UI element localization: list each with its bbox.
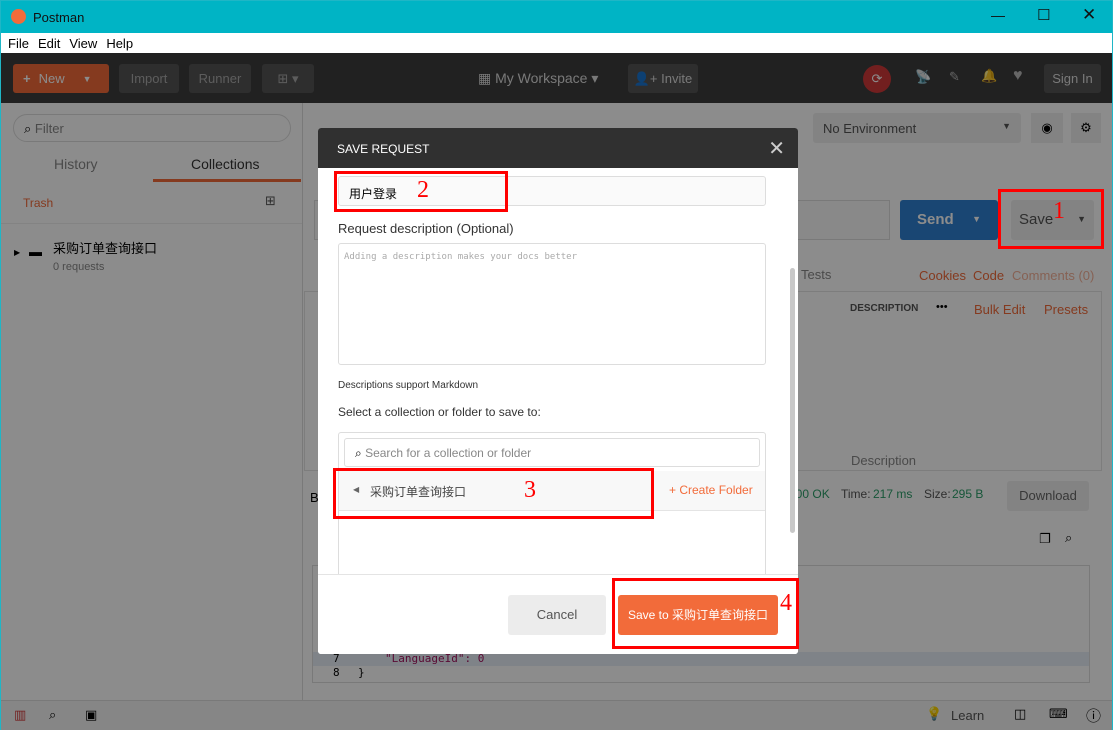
dialog-scrollbar[interactable]	[790, 268, 795, 533]
create-folder-link[interactable]: + Create Folder	[669, 483, 753, 497]
description-label: Request description (Optional)	[338, 221, 514, 236]
annotation-box-4	[612, 578, 799, 649]
cancel-button[interactable]: Cancel	[508, 595, 606, 635]
maximize-button[interactable]: ☐	[1037, 6, 1050, 24]
select-label: Select a collection or folder to save to…	[338, 405, 541, 419]
menu-file[interactable]: File	[8, 36, 29, 51]
close-icon[interactable]: ✕	[768, 136, 785, 161]
description-textarea[interactable]: Adding a description makes your docs bet…	[338, 243, 766, 365]
postman-logo-icon	[11, 9, 26, 24]
menu-view[interactable]: View	[69, 36, 97, 51]
annotation-box-1	[998, 189, 1104, 249]
menu-help[interactable]: Help	[106, 36, 133, 51]
annotation-number-4: 4	[780, 590, 792, 616]
menu-edit[interactable]: Edit	[38, 36, 60, 51]
menu-bar: File Edit View Help	[1, 33, 1112, 53]
search-icon: ⌕	[355, 446, 366, 460]
annotation-number-2: 2	[417, 177, 429, 203]
collection-search-input[interactable]: ⌕ Search for a collection or folder	[344, 438, 760, 467]
annotation-box-3	[333, 468, 654, 519]
markdown-note: Descriptions support Markdown	[338, 380, 479, 391]
annotation-number-3: 3	[524, 477, 536, 503]
minimize-button[interactable]: —	[991, 7, 1005, 23]
close-button[interactable]: ✕	[1082, 5, 1096, 25]
dialog-header: SAVE REQUEST ✕	[318, 128, 798, 168]
window-title: Postman	[33, 10, 85, 25]
title-bar: Postman — ☐ ✕	[1, 1, 1112, 33]
annotation-number-1: 1	[1053, 198, 1065, 224]
